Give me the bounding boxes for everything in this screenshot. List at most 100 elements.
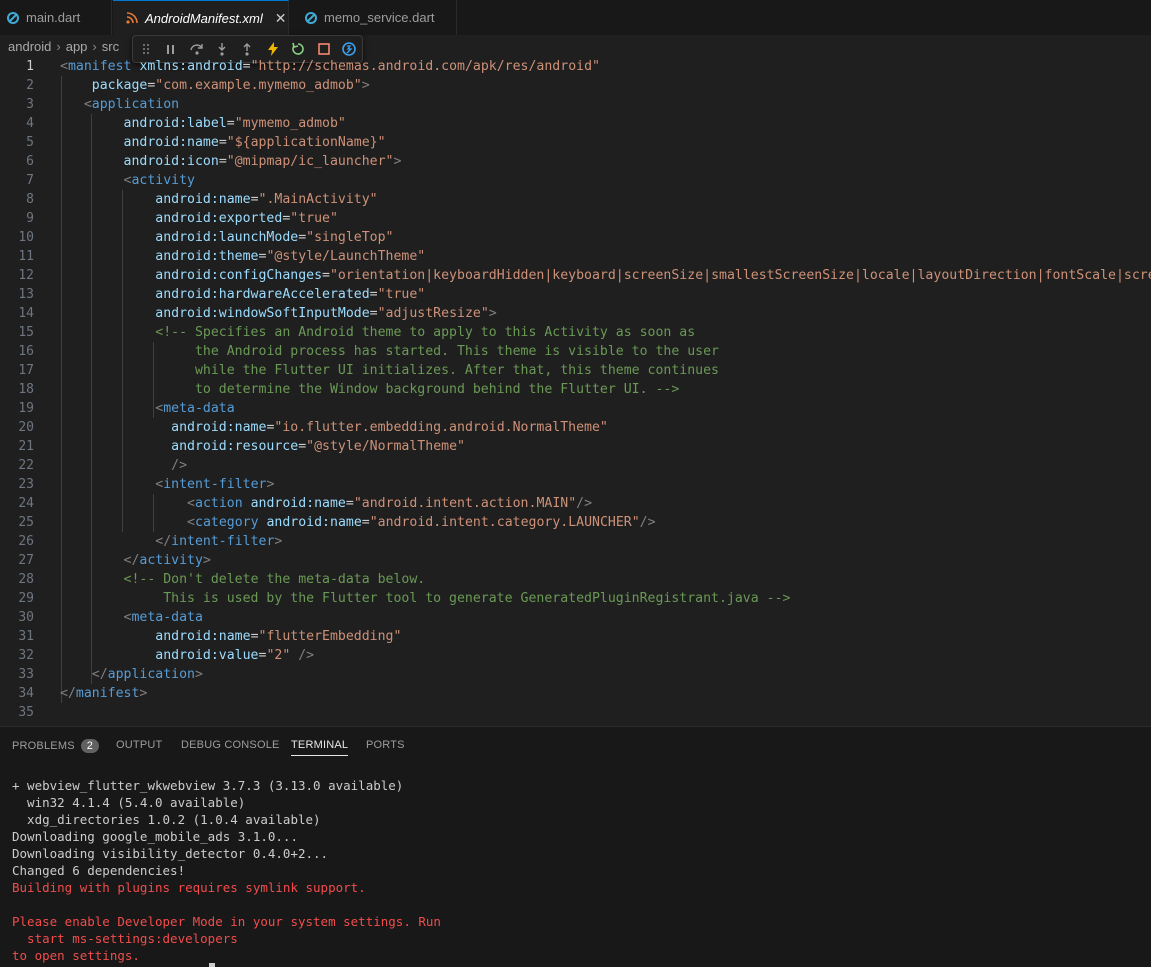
terminal-output[interactable]: + webview_flutter_wkwebview 3.7.3 (3.13.… bbox=[12, 777, 441, 964]
breadcrumb-item[interactable]: app bbox=[66, 39, 88, 54]
code-token: package bbox=[91, 78, 148, 93]
code-token: /> bbox=[639, 515, 656, 530]
tab-memo-service-dart[interactable]: memo_service.dart bbox=[290, 0, 457, 35]
code-line[interactable]: 15 <!-- Specifies an Android theme to ap… bbox=[0, 323, 1151, 342]
code-line[interactable]: 35 bbox=[0, 703, 1151, 722]
code-line[interactable]: 10 android:launchMode="singleTop" bbox=[0, 228, 1151, 247]
code-line[interactable]: 1 <manifest xmlns:android="http://schemas… bbox=[0, 57, 1151, 76]
code-line[interactable]: 33 </application> bbox=[0, 665, 1151, 684]
code-token: </ bbox=[155, 534, 172, 549]
line-number: 34 bbox=[18, 686, 34, 701]
code-line[interactable]: 4 android:label="mymemo_admob" bbox=[0, 114, 1151, 133]
tab-terminal[interactable]: TERMINAL bbox=[291, 739, 349, 756]
code-line[interactable]: 18 to determine the Window background be… bbox=[0, 380, 1151, 399]
tab-output[interactable]: OUTPUT bbox=[116, 739, 162, 751]
code-text: android:theme="@style/LaunchTheme" bbox=[60, 247, 425, 266]
code-line[interactable]: 30 <meta-data bbox=[0, 608, 1151, 627]
breadcrumb-item[interactable]: src bbox=[102, 39, 119, 54]
code-line[interactable]: 13 android:hardwareAccelerated="true" bbox=[0, 285, 1151, 304]
code-token: = bbox=[345, 496, 354, 511]
line-number: 3 bbox=[26, 97, 34, 112]
code-line[interactable]: 2 package="com.example.mymemo_admob"> bbox=[0, 76, 1151, 95]
code-line[interactable]: 27 </activity> bbox=[0, 551, 1151, 570]
editor-tab-bar: main.dart AndroidManifest.xml ✕ memo_ser… bbox=[0, 0, 1151, 36]
line-number: 7 bbox=[26, 173, 34, 188]
code-text: android:name="io.flutter.embedding.andro… bbox=[60, 418, 608, 437]
code-line[interactable]: 17 while the Flutter UI initializes. Aft… bbox=[0, 361, 1151, 380]
code-token: < bbox=[60, 59, 68, 74]
code-line[interactable]: 7 <activity bbox=[0, 171, 1151, 190]
code-token: <!-- Don't delete the meta-data below. bbox=[123, 572, 426, 587]
chevron-right-icon: › bbox=[92, 38, 97, 54]
code-token: > bbox=[488, 306, 497, 321]
code-line[interactable]: 32 android:value="2" /> bbox=[0, 646, 1151, 665]
code-line[interactable]: 19 <meta-data bbox=[0, 399, 1151, 418]
code-line[interactable]: 5 android:name="${applicationName}" bbox=[0, 133, 1151, 152]
terminal-line: xdg_directories 1.0.2 (1.0.4 available) bbox=[12, 812, 321, 827]
code-line[interactable]: 14 android:windowSoftInputMode="adjustRe… bbox=[0, 304, 1151, 323]
code-line[interactable]: 24 <action android:name="android.intent.… bbox=[0, 494, 1151, 513]
code-token: activity bbox=[139, 553, 203, 568]
code-line[interactable]: 25 <category android:name="android.inten… bbox=[0, 513, 1151, 532]
tab-main-dart[interactable]: main.dart bbox=[0, 0, 112, 35]
close-icon[interactable]: ✕ bbox=[275, 10, 287, 27]
line-number: 33 bbox=[18, 667, 34, 682]
code-line[interactable]: 22 /> bbox=[0, 456, 1151, 475]
code-text: android:name=".MainActivity" bbox=[60, 190, 377, 209]
code-line[interactable]: 31 android:name="flutterEmbedding" bbox=[0, 627, 1151, 646]
code-line[interactable]: 20 android:name="io.flutter.embedding.an… bbox=[0, 418, 1151, 437]
code-token: = bbox=[250, 192, 259, 207]
tab-androidmanifest-xml[interactable]: AndroidManifest.xml ✕ bbox=[113, 0, 289, 35]
code-token: = bbox=[298, 230, 307, 245]
code-text: android:hardwareAccelerated="true" bbox=[60, 285, 425, 304]
code-token: application bbox=[107, 667, 195, 682]
code-token: /> bbox=[576, 496, 593, 511]
breadcrumb-item[interactable]: android bbox=[8, 39, 51, 54]
code-token: meta-data bbox=[131, 610, 203, 625]
tab-problems[interactable]: PROBLEMS 2 bbox=[12, 739, 100, 753]
tab-ports[interactable]: PORTS bbox=[366, 739, 405, 751]
line-number: 18 bbox=[18, 382, 34, 397]
code-token: = bbox=[242, 59, 251, 74]
code-line[interactable]: 21 android:resource="@style/NormalTheme" bbox=[0, 437, 1151, 456]
code-line[interactable]: 29 This is used by the Flutter tool to g… bbox=[0, 589, 1151, 608]
terminal-line: Please enable Developer Mode in your sys… bbox=[12, 914, 441, 929]
code-editor[interactable]: 1 <manifest xmlns:android="http://schemas… bbox=[0, 57, 1151, 725]
code-line[interactable]: 11 android:theme="@style/LaunchTheme" bbox=[0, 247, 1151, 266]
code-line[interactable]: 26 </intent-filter> bbox=[0, 532, 1151, 551]
tab-label: memo_service.dart bbox=[324, 10, 435, 25]
code-token: > bbox=[195, 667, 203, 682]
code-line[interactable]: 6 android:icon="@mipmap/ic_launcher"> bbox=[0, 152, 1151, 171]
code-text: android:name="${applicationName}" bbox=[60, 133, 386, 152]
code-line[interactable]: 28 <!-- Don't delete the meta-data below… bbox=[0, 570, 1151, 589]
code-line[interactable]: 9 android:exported="true" bbox=[0, 209, 1151, 228]
line-number: 6 bbox=[26, 154, 34, 169]
code-line[interactable]: 3 <application bbox=[0, 95, 1151, 114]
code-line[interactable]: 8 android:name=".MainActivity" bbox=[0, 190, 1151, 209]
code-line[interactable]: 23 <intent-filter> bbox=[0, 475, 1151, 494]
code-line[interactable]: 34 </manifest> bbox=[0, 684, 1151, 703]
panel-tabs: PROBLEMS 2 OUTPUT DEBUG CONSOLE TERMINAL … bbox=[0, 727, 1151, 763]
code-token: manifest bbox=[75, 686, 140, 701]
line-number: 32 bbox=[18, 648, 34, 663]
tab-debug-console[interactable]: DEBUG CONSOLE bbox=[181, 739, 280, 751]
code-token: android:resource bbox=[171, 439, 299, 454]
code-token: > bbox=[393, 154, 402, 169]
code-line[interactable]: 16 the Android process has started. This… bbox=[0, 342, 1151, 361]
code-token: "android.intent.action.MAIN" bbox=[353, 496, 577, 511]
code-token: "io.flutter.embedding.android.NormalThem… bbox=[274, 420, 608, 435]
code-token: = bbox=[218, 154, 227, 169]
code-line[interactable]: 12 android:configChanges="orientation|ke… bbox=[0, 266, 1151, 285]
code-token: "mymemo_admob" bbox=[234, 116, 346, 131]
code-token: </ bbox=[123, 553, 140, 568]
